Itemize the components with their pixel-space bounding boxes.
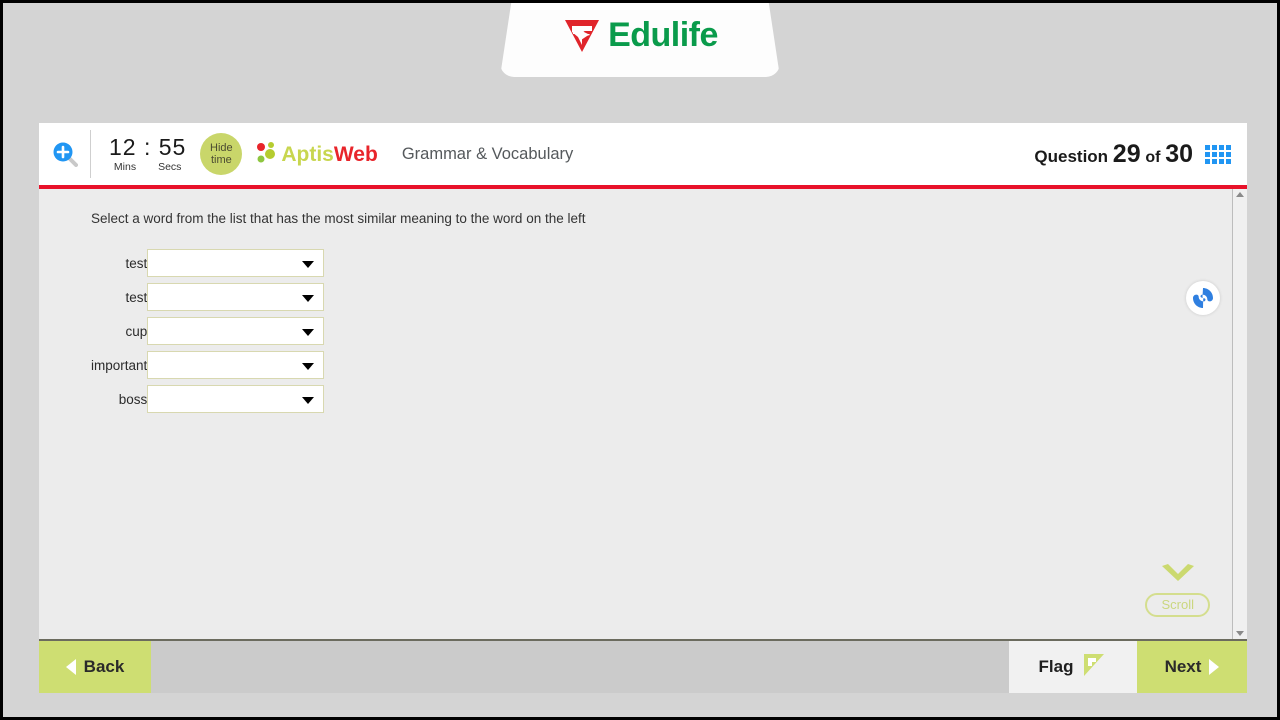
next-button-label: Next xyxy=(1164,657,1202,676)
word-label: important xyxy=(91,357,148,373)
exam-toolbar: 12 : 55 Mins Secs Hide time AptisWeb Gra… xyxy=(39,123,1247,189)
back-button[interactable]: Back xyxy=(39,641,151,693)
table-row: test xyxy=(91,246,325,280)
exam-footer: Back Flag Next xyxy=(39,641,1247,693)
question-counter: Question 29 of 30 xyxy=(1034,140,1247,169)
answer-select-2[interactable] xyxy=(147,317,325,345)
section-title: Grammar & Vocabulary xyxy=(401,144,574,163)
timer-minutes: 12 xyxy=(109,133,137,160)
exam-window: 12 : 55 Mins Secs Hide time AptisWeb Gra… xyxy=(39,123,1247,693)
answer-select-1[interactable] xyxy=(147,283,325,311)
chevron-down-icon xyxy=(1158,562,1198,591)
table-row: boss xyxy=(91,382,325,416)
table-row: important xyxy=(91,348,325,382)
next-button[interactable]: Next xyxy=(1137,641,1247,693)
question-counter-prefix: Question xyxy=(1034,146,1109,166)
word-label: test xyxy=(125,289,148,305)
question-content-area: Select a word from the list that has the… xyxy=(39,189,1247,641)
aptis-dots-icon xyxy=(256,141,278,167)
timer-seconds: 55 xyxy=(158,133,187,160)
aptisweb-logo: AptisWeb xyxy=(256,141,378,167)
timer-minutes-label: Mins xyxy=(113,160,137,173)
flag-button[interactable]: Flag xyxy=(1009,641,1137,693)
triangle-left-icon xyxy=(65,659,76,675)
edulife-triangle-logo-icon xyxy=(562,15,602,55)
answer-select-4[interactable] xyxy=(147,385,325,413)
scroll-hint[interactable]: Scroll xyxy=(1145,562,1210,617)
word-label: test xyxy=(125,255,148,271)
timer-seconds-label: Secs xyxy=(158,160,182,173)
scroll-down-arrow-icon[interactable] xyxy=(1236,631,1244,636)
word-label: boss xyxy=(118,391,148,407)
word-label: cup xyxy=(125,323,148,339)
answer-select-3[interactable] xyxy=(147,351,325,379)
blue-spiral-icon[interactable] xyxy=(1186,281,1220,315)
magnifier-plus-icon[interactable] xyxy=(39,130,91,178)
answer-select-0[interactable] xyxy=(147,249,325,277)
table-row: cup xyxy=(91,314,325,348)
back-button-label: Back xyxy=(83,657,125,676)
aptis-logo-part2: Web xyxy=(333,142,378,166)
vertical-scrollbar[interactable] xyxy=(1232,189,1247,639)
hide-time-label-line2: time xyxy=(210,154,232,166)
exam-timer: 12 : 55 Mins Secs xyxy=(91,133,200,173)
flag-button-label: Flag xyxy=(1038,657,1074,676)
triangle-right-icon xyxy=(1209,659,1220,675)
question-counter-current: 29 xyxy=(1112,139,1141,168)
hide-time-label-line1: Hide xyxy=(210,141,233,154)
brand-name: Edulife xyxy=(608,16,718,54)
question-grid-icon[interactable] xyxy=(1205,144,1231,164)
brand-header: Edulife xyxy=(3,3,1277,83)
question-counter-middle: of xyxy=(1145,148,1161,166)
scroll-up-arrow-icon[interactable] xyxy=(1236,192,1244,197)
matching-question-table: test test cup important boss xyxy=(91,246,325,416)
table-row: test xyxy=(91,280,325,314)
hide-time-button[interactable]: Hide time xyxy=(200,133,243,175)
question-counter-total: 30 xyxy=(1165,139,1193,168)
footer-spacer xyxy=(151,641,1009,693)
brand-tab: Edulife xyxy=(500,3,780,77)
timer-separator: : xyxy=(143,133,152,160)
aptis-logo-part1: Aptis xyxy=(281,142,334,166)
scroll-hint-label: Scroll xyxy=(1145,593,1210,617)
instruction-text: Select a word from the list that has the… xyxy=(91,211,586,226)
flag-icon xyxy=(1079,651,1107,684)
